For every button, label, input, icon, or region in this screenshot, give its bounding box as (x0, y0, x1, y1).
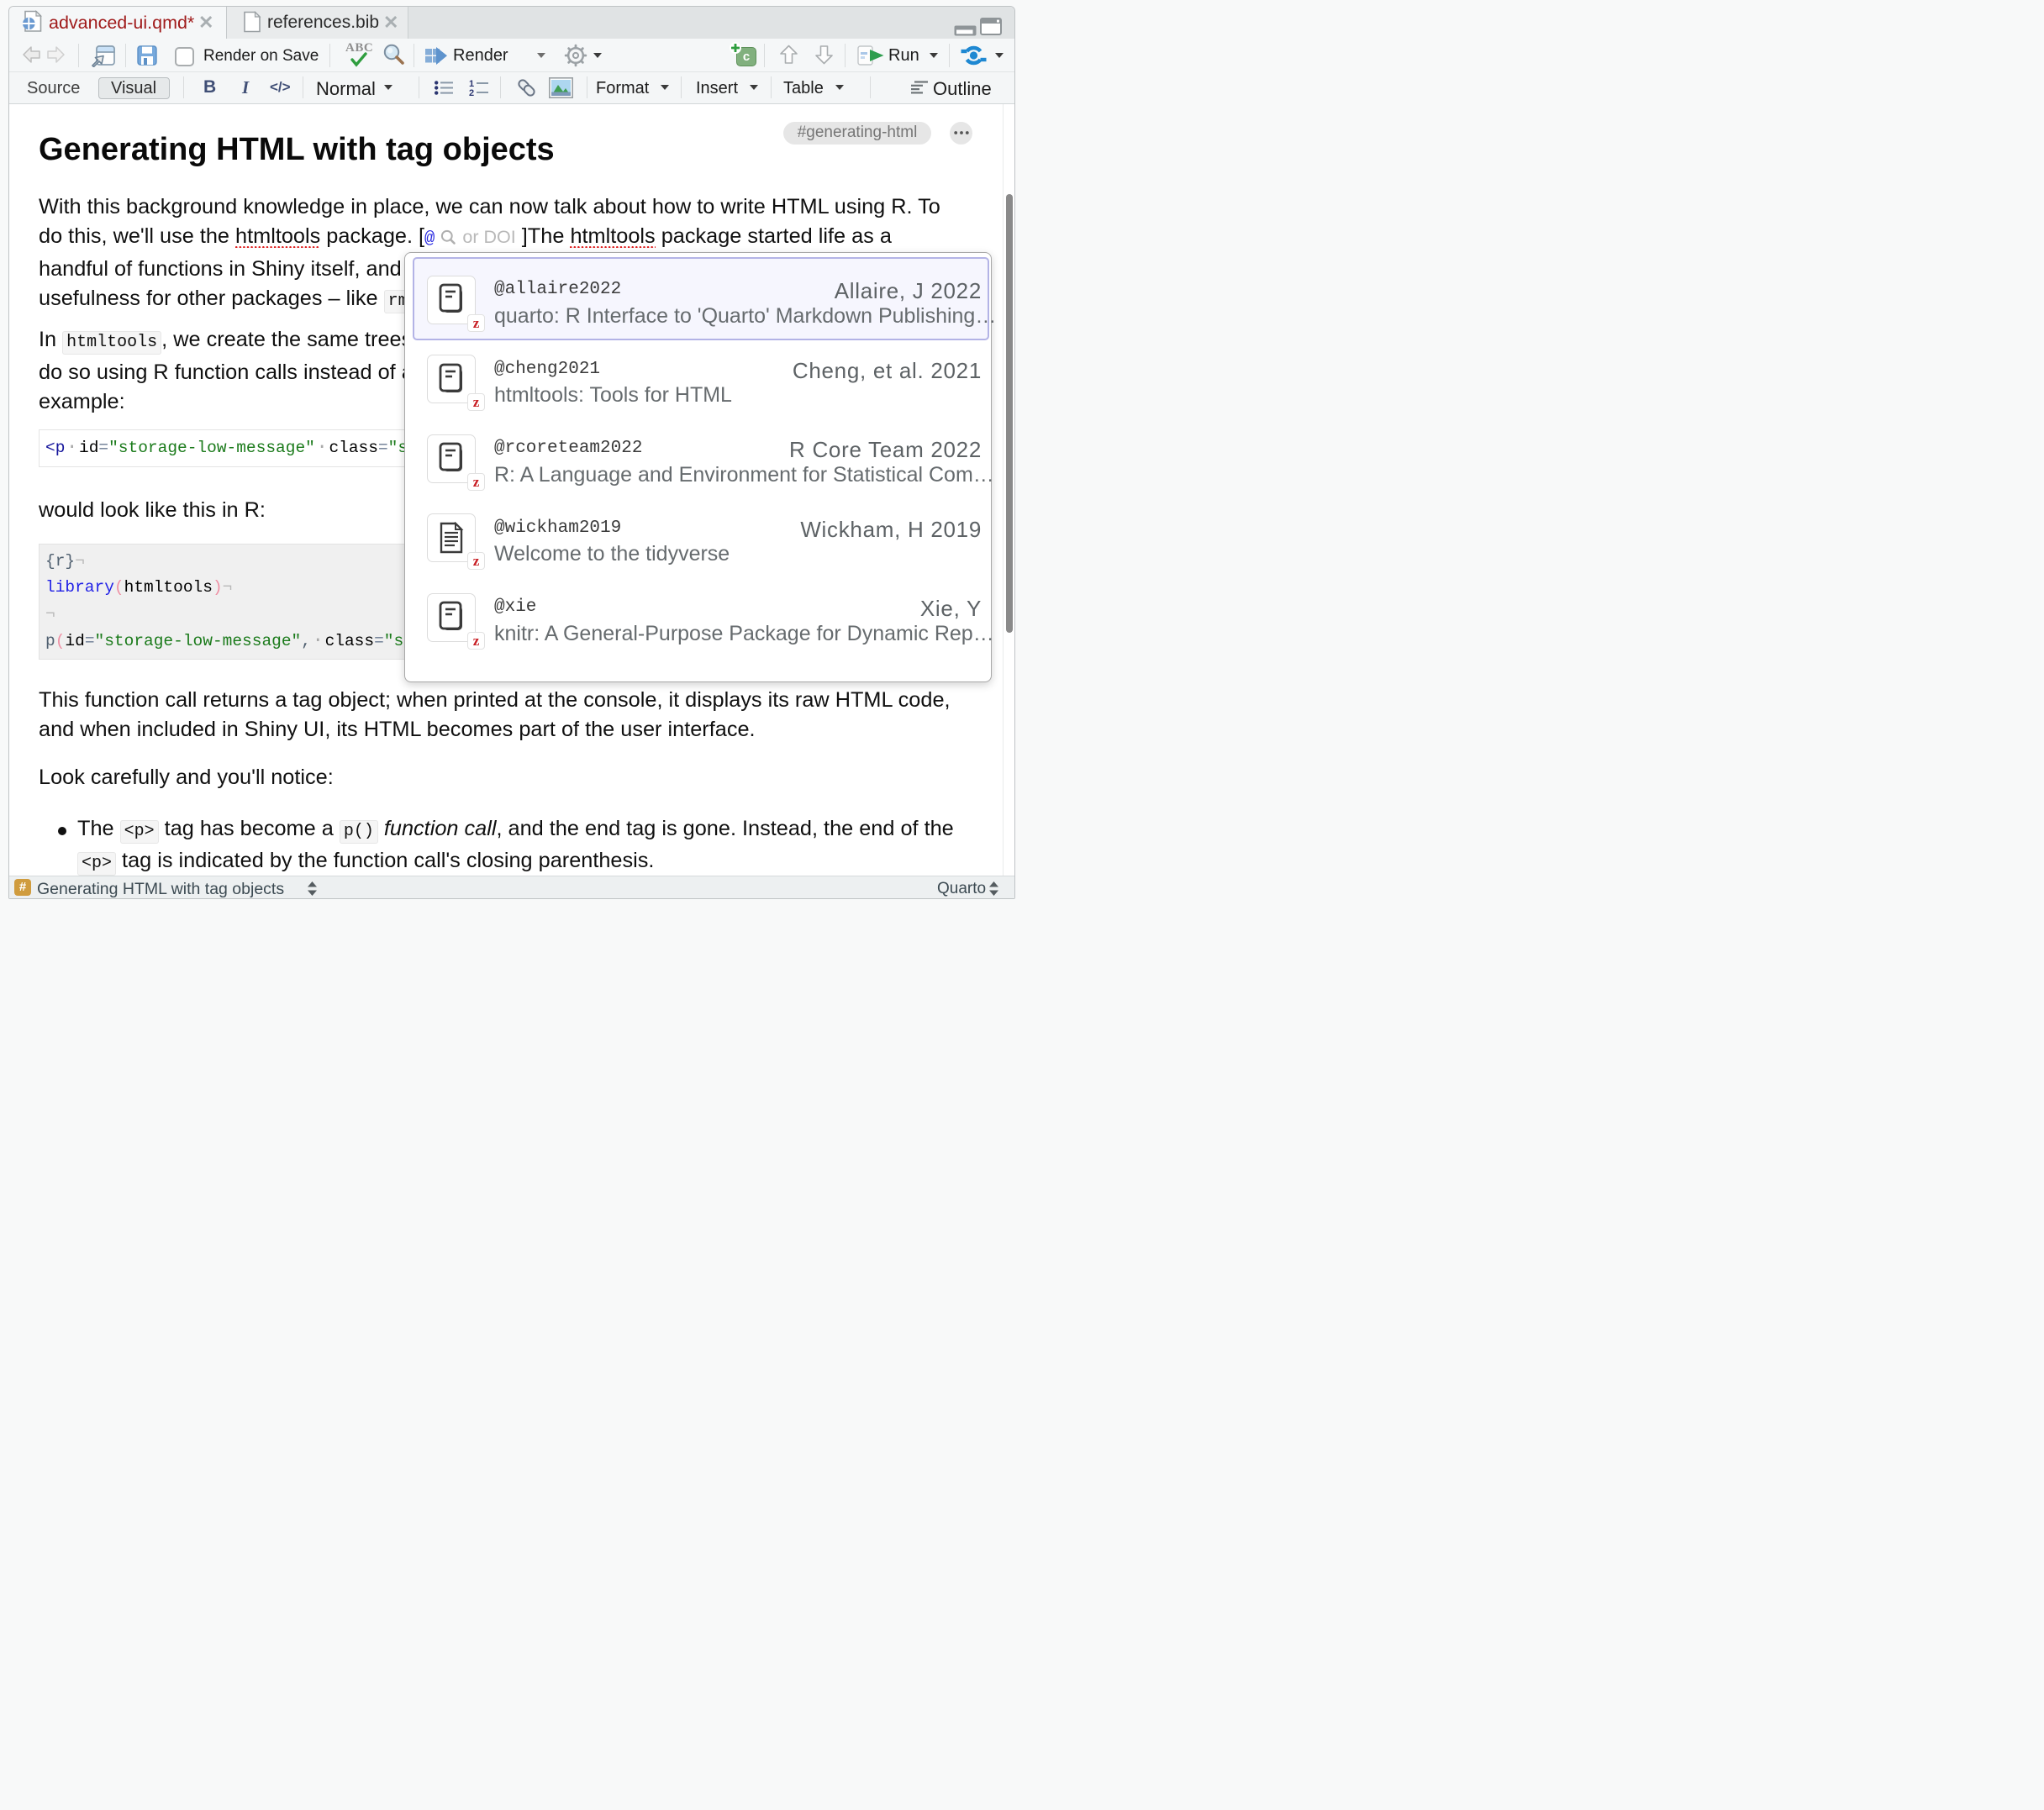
svg-text:2: 2 (469, 88, 474, 97)
